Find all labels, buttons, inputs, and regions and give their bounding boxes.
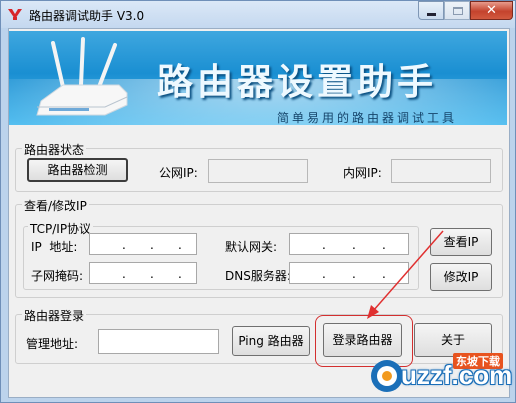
dns-server-input[interactable]: . . . xyxy=(289,262,409,284)
gateway-label: 默认网关: xyxy=(225,240,278,254)
tcp-ip-legend: TCP/IP协议 xyxy=(28,220,94,237)
minimize-icon xyxy=(427,13,436,16)
site-watermark: 东坡下载 uzzf.com xyxy=(353,351,516,403)
router-image xyxy=(36,37,128,116)
ip-address-label: IP 地址: xyxy=(31,240,78,254)
about-label: 关于 xyxy=(440,333,465,347)
gateway-input[interactable]: . . . xyxy=(289,233,409,255)
maximize-icon xyxy=(453,7,463,15)
uzzf-logo-icon xyxy=(371,360,403,392)
subnet-mask-input[interactable]: . . . xyxy=(89,262,197,284)
view-ip-label: 查看IP xyxy=(443,235,479,249)
lan-ip-field xyxy=(391,159,491,183)
watermark-text: uzzf.com xyxy=(401,360,513,390)
window-title: 路由器调试助手 V3.0 xyxy=(29,9,145,23)
manage-address-input[interactable] xyxy=(98,329,219,354)
ping-router-label: Ping 路由器 xyxy=(238,334,304,348)
modify-ip-button[interactable]: 修改IP xyxy=(430,263,492,291)
router-app-icon xyxy=(8,9,22,20)
view-ip-button[interactable]: 查看IP xyxy=(430,228,492,256)
view-ip-legend: 查看/修改IP xyxy=(22,197,89,214)
dns-server-label: DNS服务器: xyxy=(225,269,291,283)
close-icon: ✕ xyxy=(486,3,497,18)
public-ip-label: 公网IP: xyxy=(159,166,198,180)
maximize-button[interactable] xyxy=(444,1,470,20)
minimize-button[interactable] xyxy=(418,1,444,20)
manage-address-label: 管理地址: xyxy=(26,337,79,351)
ping-router-button[interactable]: Ping 路由器 xyxy=(232,326,310,356)
ip-address-input[interactable]: . . . xyxy=(89,233,197,255)
modify-ip-label: 修改IP xyxy=(443,270,479,284)
router-login-legend: 路由器登录 xyxy=(22,307,87,324)
app-window: 路由器调试助手 V3.0 ✕ 路由器设置助手 简单易用的路由器调试工具 路由器状… xyxy=(0,0,516,403)
banner-subtitle: 简单易用的路由器调试工具 xyxy=(277,111,458,125)
close-button[interactable]: ✕ xyxy=(470,1,513,20)
public-ip-field xyxy=(208,159,308,183)
lan-ip-label: 内网IP: xyxy=(343,166,382,180)
title-bar[interactable]: 路由器调试助手 V3.0 ✕ xyxy=(1,1,515,28)
banner: 路由器设置助手 简单易用的路由器调试工具 xyxy=(9,31,507,125)
subnet-mask-label: 子网掩码: xyxy=(31,269,84,283)
router-status-legend: 路由器状态 xyxy=(22,141,87,158)
detect-router-label: 路由器检测 xyxy=(47,163,108,177)
banner-title: 路由器设置助手 xyxy=(157,62,438,103)
detect-router-button[interactable]: 路由器检测 xyxy=(27,158,128,182)
